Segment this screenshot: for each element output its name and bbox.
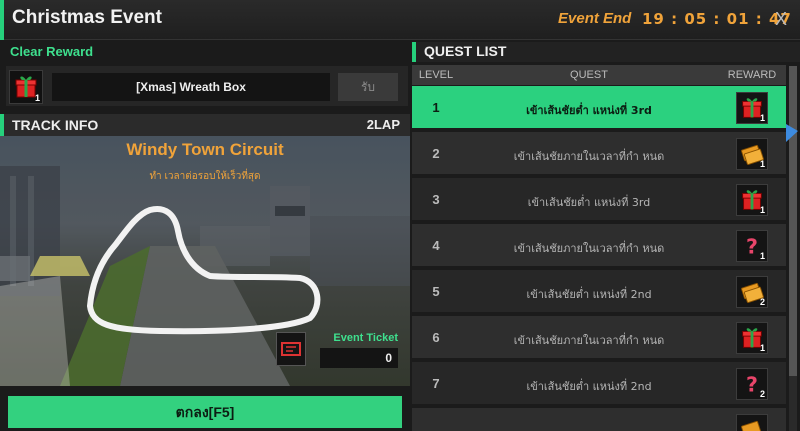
event-ticket-count: 0 [320, 348, 398, 368]
quest-list[interactable]: 1 เข้าเส้นชัยต่ำ แหน่งที่ 3rd 1 2 เข้าเส… [412, 86, 786, 431]
quest-text: เข้าเส้นชัยภายในเวลาที่กำ หนด [513, 150, 665, 163]
close-icon: X [774, 9, 787, 29]
mystery-icon: ? 1 [736, 230, 768, 262]
quest-text: เข้าเส้นชัยภายในเวลาที่กำ หนด [513, 242, 665, 255]
track-name: Windy Town Circuit [126, 140, 284, 159]
reward-item-name: [Xmas] Wreath Box [52, 73, 330, 101]
column-reward: REWARD [727, 69, 777, 81]
quest-list-scrollbar[interactable] [789, 66, 797, 431]
quest-level: 5 [432, 284, 440, 299]
quest-level: 7 [432, 376, 440, 391]
cursor-pointer-icon [786, 124, 798, 142]
clear-reward-row: 1 [Xmas] Wreath Box รับ [6, 66, 408, 106]
quest-row-2[interactable]: 2 เข้าเส้นชัยภายในเวลาที่กำ หนด 1 [412, 132, 786, 176]
quest-level: 3 [432, 192, 440, 207]
ticket-icon [276, 332, 306, 366]
title-accent [0, 0, 4, 40]
receive-button[interactable]: รับ [338, 73, 398, 101]
quest-row-3[interactable]: 3 เข้าเส้นชัยต่ำ แหน่งที่ 3rd 1 [412, 178, 786, 222]
confirm-button[interactable]: ตกลง[F5] [8, 396, 402, 428]
quest-row-1[interactable]: 1 เข้าเส้นชัยต่ำ แหน่งที่ 3rd 1 [412, 86, 786, 130]
track-subtitle: ทำ เวลาต่อรอบให้เร็วที่สุด [149, 171, 261, 182]
ticket-icon [736, 414, 768, 431]
track-preview: Windy Town Circuit ทำ เวลาต่อรอบให้เร็วท… [0, 136, 410, 386]
lap-count: 2LAP [366, 117, 400, 132]
reward-count: 1 [759, 159, 765, 169]
quest-text: เข้าเส้นชัยต่ำ แหน่งที่ 2nd [526, 380, 652, 393]
event-ticket-label: Event Ticket [333, 332, 398, 344]
track-info-header: TRACK INFO 2LAP [0, 114, 410, 136]
reward-count: 1 [759, 251, 765, 261]
svg-text:?: ? [746, 373, 758, 397]
quest-level: 1 [432, 100, 440, 115]
gift-icon: 1 [9, 70, 43, 104]
column-level: LEVEL [418, 69, 454, 81]
quest-row-7[interactable]: 7 เข้าเส้นชัยต่ำ แหน่งที่ 2nd ? 2 [412, 362, 786, 406]
quest-column-headers: LEVEL QUEST REWARD [412, 65, 786, 85]
quest-text: เข้าเส้นชัยภายในเวลาที่กำ หนด [513, 334, 665, 347]
gift-icon: 1 [736, 184, 768, 216]
event-end-label: Event End [558, 10, 632, 27]
quest-row-5[interactable]: 5 เข้าเส้นชัยต่ำ แหน่งที่ 2nd 2 [412, 270, 786, 314]
reward-count: 2 [759, 297, 765, 307]
scroll-thumb[interactable] [789, 66, 797, 376]
quest-row-8[interactable] [412, 408, 786, 431]
quest-row-4[interactable]: 4 เข้าเส้นชัยภายในเวลาที่กำ หนด ? 1 [412, 224, 786, 268]
reward-count: 1 [34, 93, 40, 103]
close-button[interactable]: X [768, 6, 794, 32]
quest-level: 4 [432, 238, 440, 253]
quest-text: เข้าเส้นชัยต่ำ แหน่งที่ 3rd [527, 196, 651, 209]
column-quest: QUEST [570, 69, 608, 81]
quest-level: 6 [432, 330, 440, 345]
quest-text: เข้าเส้นชัยต่ำ แหน่งที่ 2nd [526, 288, 652, 301]
clear-reward-label: Clear Reward [10, 44, 94, 59]
ticket-icon: 1 [736, 138, 768, 170]
reward-count: 2 [759, 389, 765, 399]
reward-count: 1 [759, 113, 765, 123]
reward-count: 1 [759, 343, 765, 353]
quest-text: เข้าเส้นชัยต่ำ แหน่งที่ 3rd [526, 104, 652, 117]
svg-text:?: ? [746, 235, 758, 259]
ticket-icon: 2 [736, 276, 768, 308]
mystery-icon: ? 2 [736, 368, 768, 400]
quest-level: 2 [432, 146, 440, 161]
gift-icon: 1 [736, 92, 768, 124]
quest-row-6[interactable]: 6 เข้าเส้นชัยภายในเวลาที่กำ หนด 1 [412, 316, 786, 360]
quest-list-title: QUEST LIST [424, 43, 507, 59]
reward-count: 1 [759, 205, 765, 215]
quest-list-header: QUEST LIST [412, 42, 800, 62]
track-info-title: TRACK INFO [12, 117, 99, 133]
title-bar: Christmas Event Event End 19 : 05 : 01 :… [0, 0, 800, 40]
window-title: Christmas Event [12, 7, 162, 28]
gift-icon: 1 [736, 322, 768, 354]
event-ticket: Event Ticket 0 [276, 332, 398, 372]
